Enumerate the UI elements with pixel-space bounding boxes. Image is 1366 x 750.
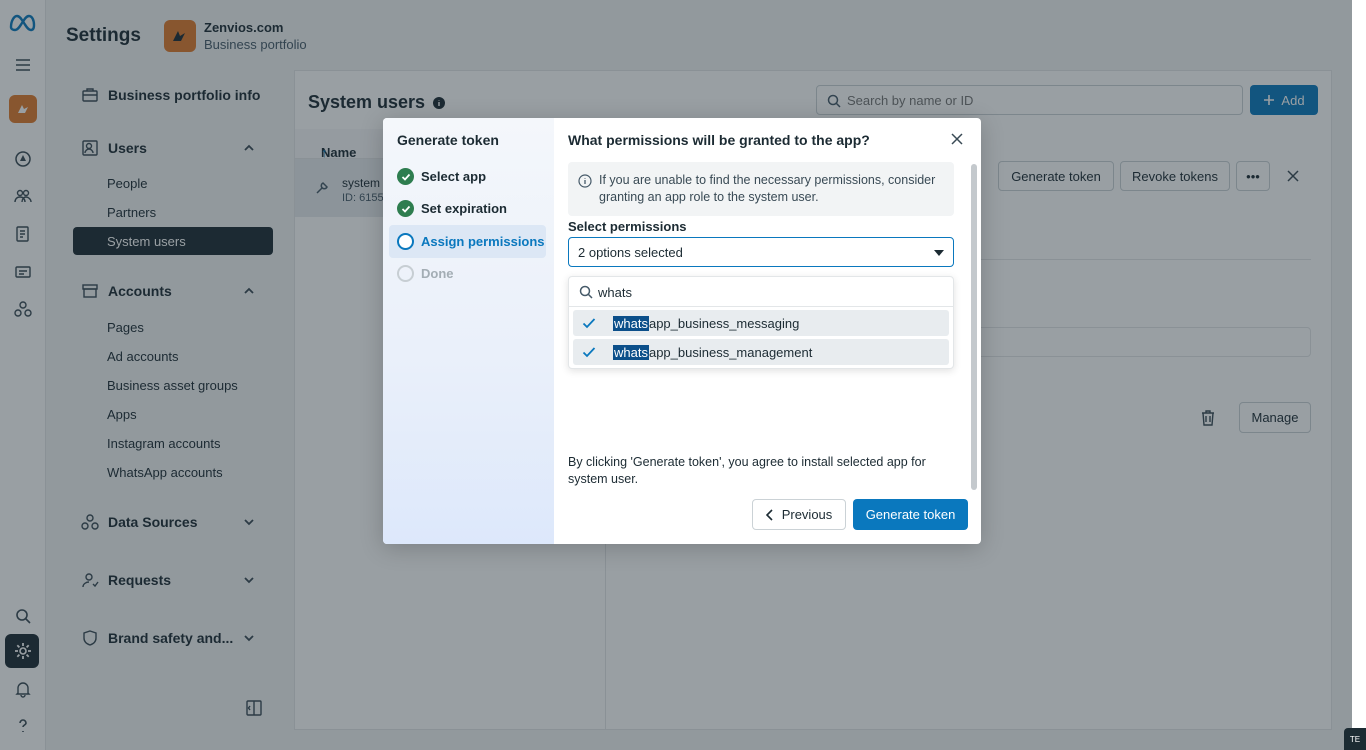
- option-label: whatsapp_business_management: [613, 345, 812, 360]
- dialog-title: What permissions will be granted to the …: [568, 132, 870, 148]
- option-match-highlight: whats: [613, 345, 649, 360]
- step-label: Done: [421, 266, 454, 281]
- selected-summary: 2 options selected: [578, 245, 683, 260]
- step-label: Assign permissions: [421, 234, 545, 249]
- previous-button[interactable]: Previous: [752, 499, 846, 530]
- permissions-dropdown: whatsapp_business_messaging whatsapp_bus…: [568, 276, 954, 369]
- permission-search-input[interactable]: [598, 283, 938, 301]
- search-icon: [579, 285, 593, 299]
- option-rest-text: app_business_messaging: [648, 316, 800, 331]
- checkmark-icon[interactable]: [581, 344, 597, 360]
- steps-title: Generate token: [397, 132, 499, 148]
- dropdown-search[interactable]: [569, 277, 953, 307]
- info-icon: [578, 174, 592, 188]
- permissions-panel: What permissions will be granted to the …: [554, 118, 981, 544]
- info-banner-text: If you are unable to find the necessary …: [599, 173, 936, 204]
- step-assign-permissions[interactable]: Assign permissions: [397, 233, 545, 250]
- checkmark-icon[interactable]: [581, 315, 597, 331]
- step-done: Done: [397, 265, 454, 282]
- step-label: Set expiration: [421, 201, 507, 216]
- option-whatsapp-business-management[interactable]: whatsapp_business_management: [573, 339, 949, 365]
- generate-token-button[interactable]: Generate token: [853, 499, 968, 530]
- corner-chip[interactable]: TE: [1344, 728, 1366, 750]
- caret-down-icon: [934, 250, 944, 256]
- previous-button-label: Previous: [781, 507, 833, 522]
- select-permissions-label: Select permissions: [568, 219, 687, 234]
- steps-panel: Generate token Select app Set expiration…: [383, 118, 554, 544]
- page-scrollbar[interactable]: [1352, 0, 1366, 750]
- option-rest-text: app_business_management: [648, 345, 813, 360]
- agreement-text: By clicking 'Generate token', you agree …: [568, 455, 926, 486]
- dialog-scrollbar[interactable]: [971, 164, 977, 490]
- check-circle-icon: [397, 200, 414, 217]
- option-label: whatsapp_business_messaging: [613, 316, 799, 331]
- option-whatsapp-business-messaging[interactable]: whatsapp_business_messaging: [573, 310, 949, 336]
- check-circle-icon: [397, 168, 414, 185]
- close-icon[interactable]: [950, 132, 964, 146]
- empty-circle-icon: [397, 265, 414, 282]
- info-banner: If you are unable to find the necessary …: [568, 162, 954, 216]
- step-label: Select app: [421, 169, 487, 184]
- step-set-expiration[interactable]: Set expiration: [397, 200, 507, 217]
- current-step-circle-icon: [397, 233, 414, 250]
- step-select-app[interactable]: Select app: [397, 168, 486, 185]
- generate-token-dialog: Generate token Select app Set expiration…: [383, 118, 981, 544]
- chevron-left-icon: [765, 508, 773, 521]
- permissions-select[interactable]: 2 options selected: [568, 237, 954, 267]
- option-match-highlight: whats: [613, 316, 649, 331]
